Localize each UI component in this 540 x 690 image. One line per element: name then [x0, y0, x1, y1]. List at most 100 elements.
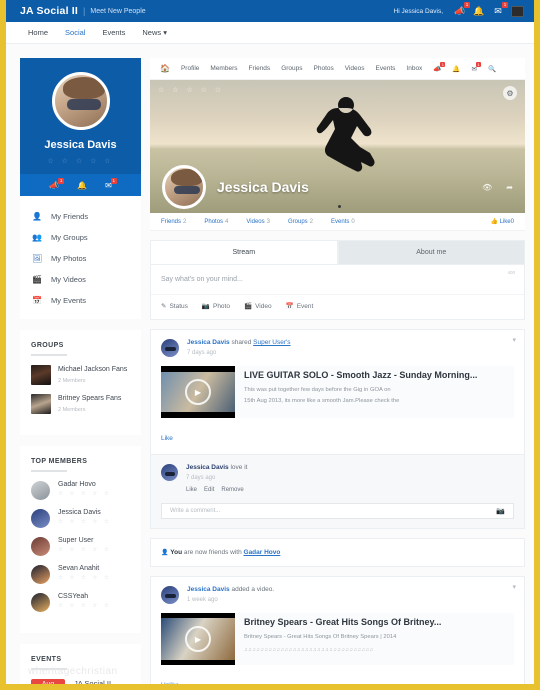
- events-block: EVENTS wheritagechristian Aug 01 JA Soci…: [20, 644, 141, 690]
- video-thumbnail[interactable]: ▶: [161, 366, 235, 418]
- cover-identity-bar: Jessica Davis 👁 ➦: [150, 161, 525, 213]
- stat-events[interactable]: Events0: [331, 219, 355, 225]
- user-avatar-menu[interactable]: [511, 6, 524, 17]
- post-attachment[interactable]: ▶ Britney Spears - Great Hits Songs Of B…: [161, 613, 514, 665]
- toolbar-link-events[interactable]: Events: [376, 65, 396, 72]
- nav-item-social[interactable]: Social: [65, 28, 85, 37]
- toolbar-link-profile[interactable]: Profile: [181, 65, 199, 72]
- composer-event-button[interactable]: 📅 Event: [286, 302, 314, 310]
- sidebar-item-my-videos[interactable]: 🎬 My Videos: [20, 269, 141, 290]
- list-item[interactable]: Super User ☆ ☆ ☆ ☆ ☆: [31, 537, 130, 556]
- messages-icon[interactable]: ✉ 1: [105, 181, 112, 190]
- toolbar-link-inbox[interactable]: Inbox: [406, 65, 422, 72]
- camera-icon[interactable]: 📷: [496, 507, 505, 515]
- post-author[interactable]: Jessica Davis: [187, 339, 230, 346]
- notice-friend-link[interactable]: Gadar Hovo: [244, 549, 281, 556]
- megaphone-badge: 1: [440, 62, 445, 67]
- post-attachment[interactable]: ▶ LIVE GUITAR SOLO - Smooth Jazz - Sunda…: [161, 366, 514, 418]
- attachment-title[interactable]: Britney Spears - Great Hits Songs Of Bri…: [244, 616, 441, 628]
- avatar[interactable]: [162, 165, 206, 209]
- profile-name: Jessica Davis: [20, 139, 141, 151]
- toolbar-link-videos[interactable]: Videos: [345, 65, 365, 72]
- composer-status-button[interactable]: ✎ Status: [161, 302, 188, 310]
- events-block-title: EVENTS: [31, 656, 130, 663]
- list-item[interactable]: Sevan Anahit ☆ ☆ ☆ ☆ ☆: [31, 565, 130, 584]
- toolbar-link-groups[interactable]: Groups: [281, 65, 302, 72]
- nav-item-home[interactable]: Home: [28, 28, 48, 37]
- gear-icon[interactable]: ⚙: [503, 86, 517, 100]
- composer-action-label: Event: [297, 303, 314, 310]
- bell-glyph: 🔔: [77, 181, 87, 190]
- composer-input-area[interactable]: Say what's on your mind... 400: [151, 265, 524, 294]
- post-like-button[interactable]: Like: [161, 435, 173, 442]
- comment-input[interactable]: Write a comment... 📷: [161, 503, 514, 519]
- stat-count: 2: [183, 219, 186, 225]
- tab-stream[interactable]: Stream: [150, 240, 338, 265]
- list-item[interactable]: Aug 01 JA Social II Release Joomlart Lot…: [31, 679, 130, 690]
- member-rating-stars: ☆ ☆ ☆ ☆ ☆: [58, 603, 111, 609]
- search-icon[interactable]: 🔍: [488, 65, 496, 73]
- divider: [31, 354, 67, 356]
- megaphone-icon[interactable]: 📣 1: [49, 181, 59, 190]
- bell-icon[interactable]: 🔔: [77, 181, 87, 190]
- sidebar-item-my-groups[interactable]: 👥 My Groups: [20, 227, 141, 248]
- comments-section: Jessica Davis love it 7 days ago Like Ed…: [151, 454, 524, 528]
- avatar[interactable]: [161, 586, 179, 604]
- stat-groups[interactable]: Groups2: [288, 219, 313, 225]
- sidebar-item-my-photos[interactable]: 🖼 My Photos: [20, 248, 141, 269]
- chevron-down-icon[interactable]: ▾: [512, 583, 516, 591]
- sidebar-item-my-events[interactable]: 📅 My Events: [20, 290, 141, 311]
- comment-edit-button[interactable]: Edit: [204, 487, 214, 493]
- composer-photo-button[interactable]: 📷 Photo: [202, 302, 230, 310]
- tab-about-me[interactable]: About me: [338, 240, 526, 265]
- chevron-down-icon[interactable]: ▾: [512, 336, 516, 344]
- messages-icon[interactable]: ✉ 1: [472, 65, 477, 73]
- list-item[interactable]: Jessica Davis ☆ ☆ ☆ ☆ ☆: [31, 509, 130, 528]
- bell-icon[interactable]: 🔔: [473, 5, 485, 17]
- sidebar-item-label: My Videos: [51, 275, 86, 284]
- avatar[interactable]: [52, 72, 110, 130]
- bell-icon[interactable]: 🔔: [452, 65, 460, 73]
- megaphone-icon[interactable]: 📣 1: [433, 65, 441, 73]
- avatar[interactable]: [161, 464, 178, 481]
- brand-title[interactable]: JA Social II: [20, 5, 78, 17]
- avatar[interactable]: [161, 339, 179, 357]
- post-author[interactable]: Jessica Davis: [187, 586, 230, 593]
- comment-like-button[interactable]: Like: [186, 487, 197, 493]
- toolbar-link-members[interactable]: Members: [210, 65, 237, 72]
- home-icon[interactable]: 🏠: [160, 64, 170, 73]
- stat-photos[interactable]: Photos4: [204, 219, 228, 225]
- composer-video-button[interactable]: 🎬 Video: [244, 302, 272, 310]
- list-item[interactable]: CSSYeah ☆ ☆ ☆ ☆ ☆: [31, 593, 130, 612]
- post-unlike-button[interactable]: Unlike: [161, 682, 179, 689]
- avatar: [31, 481, 50, 500]
- stat-friends[interactable]: Friends2: [161, 219, 186, 225]
- post: ▾ Jessica Davis added a video. 1 week ag…: [150, 576, 525, 690]
- list-item[interactable]: Britney Spears Fans 2 Members: [31, 394, 130, 414]
- post-header: Jessica Davis shared Super User's 7 days…: [151, 330, 524, 357]
- sidebar-item-my-friends[interactable]: 👤 My Friends: [20, 206, 141, 227]
- attachment-title[interactable]: LIVE GUITAR SOLO - Smooth Jazz - Sunday …: [244, 369, 477, 381]
- calendar-icon: 📅: [286, 302, 294, 310]
- profile-stats-bar: Friends2 Photos4 Videos3 Groups2 Events0…: [150, 213, 525, 231]
- toolbar-link-photos[interactable]: Photos: [314, 65, 334, 72]
- list-item[interactable]: Gadar Hovo ☆ ☆ ☆ ☆ ☆: [31, 481, 130, 500]
- member-rating-stars: ☆ ☆ ☆ ☆ ☆: [58, 491, 111, 497]
- nav-item-news[interactable]: News ▾: [142, 28, 167, 37]
- bell-glyph: 🔔: [473, 6, 484, 17]
- post-target[interactable]: Super User's: [253, 339, 290, 346]
- share-icon[interactable]: ➦: [506, 183, 513, 192]
- comment-author[interactable]: Jessica Davis: [186, 464, 229, 471]
- nav-item-events[interactable]: Events: [102, 28, 125, 37]
- toolbar-link-friends[interactable]: Friends: [249, 65, 271, 72]
- messages-icon[interactable]: ✉ 1: [492, 5, 504, 17]
- megaphone-icon[interactable]: 📣 1: [454, 5, 466, 17]
- eye-icon[interactable]: 👁: [482, 183, 492, 192]
- list-item[interactable]: Michael Jackson Fans 2 Members: [31, 365, 130, 385]
- comment-remove-button[interactable]: Remove: [221, 487, 243, 493]
- video-thumbnail[interactable]: ▶: [161, 613, 235, 665]
- divider: [31, 470, 67, 472]
- friends-icon: 👤: [32, 212, 42, 221]
- like-button[interactable]: 👍 Like0: [491, 218, 515, 225]
- stat-videos[interactable]: Videos3: [246, 219, 270, 225]
